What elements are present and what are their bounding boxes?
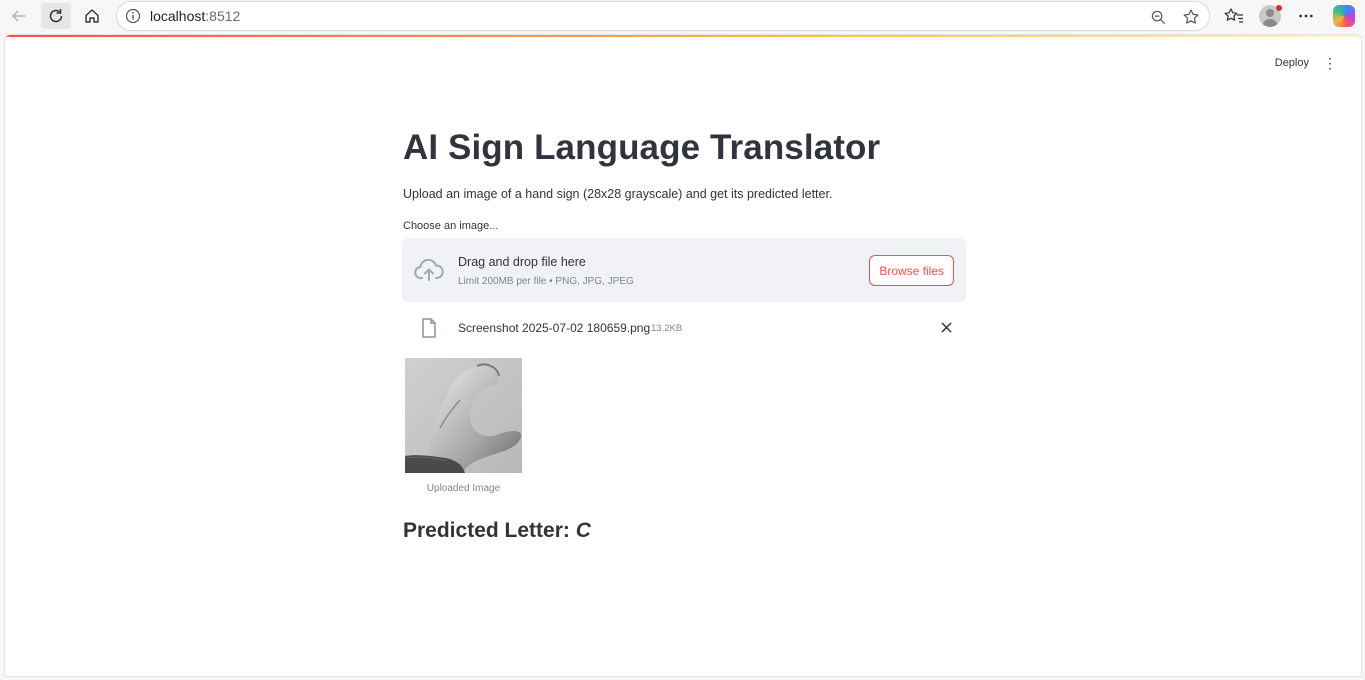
main-menu-icon[interactable]: ⋮ bbox=[1323, 56, 1337, 70]
uploaded-hand-image bbox=[405, 358, 522, 473]
url-text: localhost:8512 bbox=[150, 8, 240, 24]
back-arrow-icon bbox=[11, 10, 25, 22]
remove-file-button[interactable] bbox=[938, 319, 954, 335]
browse-files-button[interactable]: Browse files bbox=[869, 255, 954, 286]
file-size: 13.2KB bbox=[651, 323, 683, 334]
prediction-result: Predicted Letter: C bbox=[403, 519, 591, 543]
dropzone-limit: Limit 200MB per file • PNG, JPG, JPEG bbox=[458, 276, 634, 287]
url-host: localhost bbox=[150, 8, 206, 24]
copilot-icon bbox=[1333, 5, 1355, 27]
home-icon bbox=[85, 9, 99, 23]
address-bar[interactable]: localhost:8512 bbox=[116, 1, 1210, 31]
url-port: :8512 bbox=[205, 8, 241, 24]
info-icon[interactable] bbox=[125, 8, 141, 24]
back-button[interactable] bbox=[4, 3, 34, 29]
file-icon bbox=[422, 318, 436, 338]
dropzone-title: Drag and drop file here bbox=[458, 255, 586, 269]
cloud-upload-icon bbox=[414, 258, 444, 281]
close-icon bbox=[940, 321, 952, 333]
page-description: Upload an image of a hand sign (28x28 gr… bbox=[403, 187, 833, 201]
top-decoration-bar bbox=[5, 35, 1361, 37]
notification-dot bbox=[1276, 5, 1282, 11]
file-name: Screenshot 2025-07-02 180659.png bbox=[458, 321, 651, 335]
prediction-prefix: Predicted Letter: bbox=[403, 519, 576, 542]
home-button[interactable] bbox=[77, 3, 107, 29]
uploaded-file-row: Screenshot 2025-07-02 180659.png 13.2KB bbox=[403, 315, 966, 339]
browser-toolbar: localhost:8512 bbox=[0, 0, 1365, 32]
predicted-letter: C bbox=[575, 519, 591, 542]
zoom-out-icon[interactable] bbox=[1148, 7, 1168, 27]
reload-button[interactable] bbox=[41, 3, 71, 29]
uploader-label: Choose an image... bbox=[403, 220, 499, 232]
deploy-button[interactable]: Deploy bbox=[1275, 57, 1309, 69]
reload-icon bbox=[49, 9, 63, 23]
app-viewport: Deploy ⋮ AI Sign Language Translator Upl… bbox=[4, 34, 1362, 677]
file-dropzone[interactable]: Drag and drop file here Limit 200MB per … bbox=[402, 238, 966, 302]
image-caption: Uploaded Image bbox=[426, 483, 501, 494]
favorites-icon[interactable] bbox=[1220, 3, 1248, 29]
favorite-star-icon[interactable] bbox=[1181, 7, 1201, 27]
profile-button[interactable] bbox=[1256, 3, 1284, 29]
page-title: AI Sign Language Translator bbox=[403, 128, 881, 167]
settings-more-icon[interactable] bbox=[1292, 3, 1320, 29]
copilot-button[interactable] bbox=[1330, 3, 1358, 29]
